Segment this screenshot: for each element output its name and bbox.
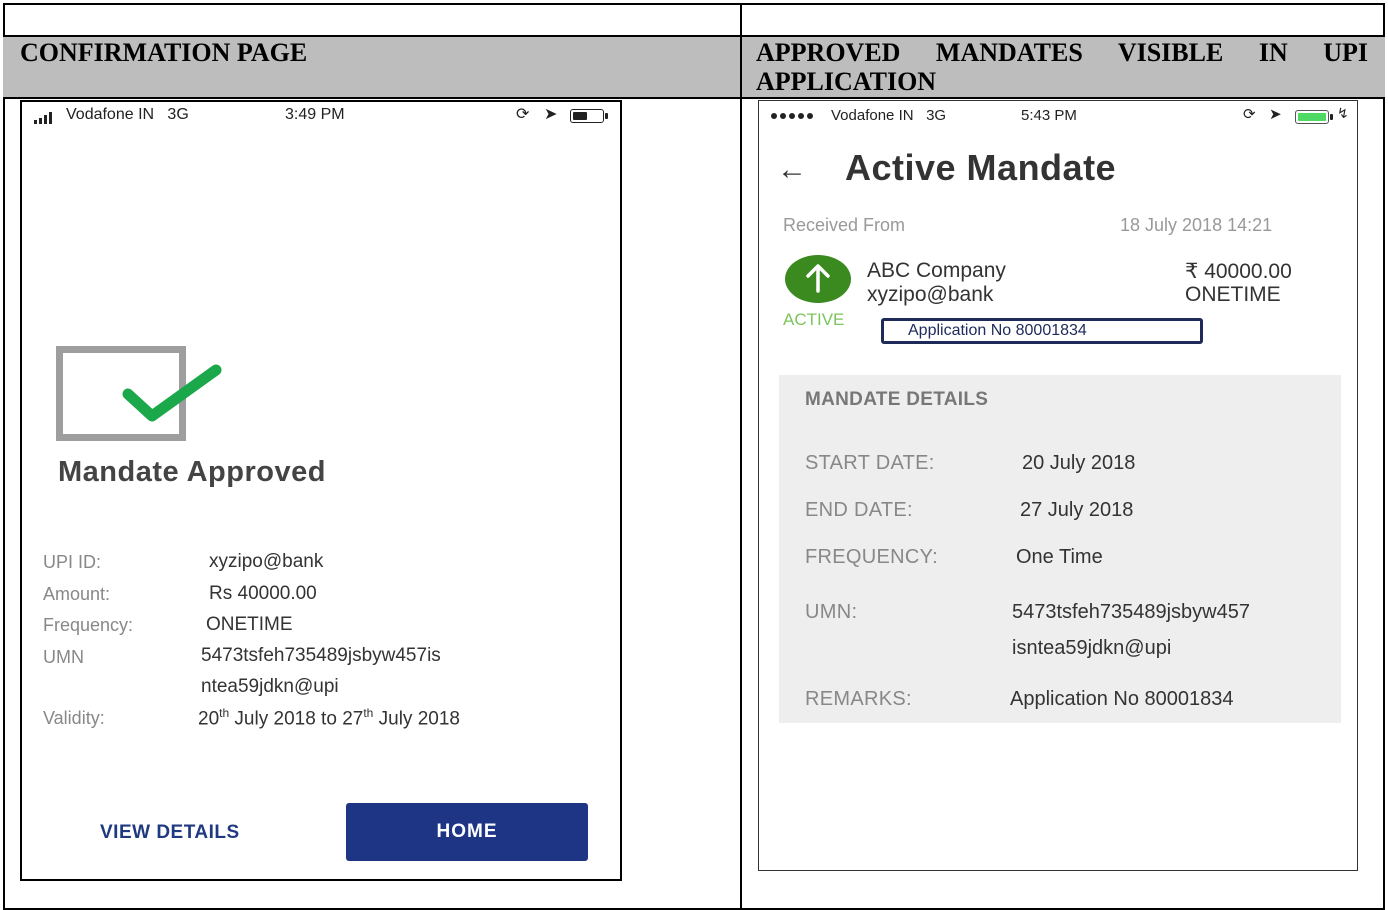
remarks-label: REMARKS: (805, 688, 912, 710)
umn-value-line2: ntea59jdkn@upi (201, 676, 339, 697)
amount-value: Rs 40000.00 (209, 583, 317, 604)
amount-label: Amount: (43, 584, 111, 604)
received-from-label: Received From (783, 215, 906, 235)
mandate-details-panel: MANDATE DETAILS START DATE: 20 July 2018… (779, 375, 1341, 723)
status-time: 5:43 PM (1021, 107, 1077, 124)
home-button[interactable]: HOME (346, 803, 588, 861)
payer-avatar (785, 255, 851, 303)
status-carrier: Vodafone IN 3G (831, 107, 947, 124)
frequency-label: Frequency: (43, 615, 134, 635)
start-date-value: 20 July 2018 (1022, 452, 1136, 474)
upi-id-label: UPI ID: (43, 552, 102, 572)
umn-label: UMN: (805, 601, 858, 623)
mandate-amount: ₹ 40000.00 (1185, 260, 1292, 283)
orientation-lock-icon: ⟳ (516, 106, 530, 123)
umn-value-line2: isntea59jdkn@upi (1012, 637, 1172, 659)
validity-label: Validity: (43, 708, 105, 728)
status-carrier: Vodafone IN 3G (66, 106, 189, 123)
active-mandate-phone-screen: Vodafone IN 3G 5:43 PM ⟳ ➤ ↯ ← Active Ma… (758, 100, 1358, 871)
umn-value-line1: 5473tsfeh735489jsbyw457 (1012, 601, 1250, 623)
active-mandate-title: Active Mandate (845, 147, 1117, 188)
frequency-value: One Time (1016, 546, 1103, 568)
mandate-details-title: MANDATE DETAILS (805, 389, 989, 410)
header-right-line1: APPROVED MANDATES VISIBLE IN UPI (756, 38, 1368, 67)
orientation-lock-icon: ⟳ (1243, 106, 1256, 123)
location-arrow-icon: ➤ (1269, 106, 1282, 123)
payer-vpa: xyzipo@bank (867, 283, 994, 306)
header-right-line2: APPLICATION (756, 67, 937, 96)
frequency-value: ONETIME (206, 614, 293, 635)
header-confirmation-page: CONFIRMATION PAGE (20, 38, 308, 67)
mandate-frequency: ONETIME (1185, 283, 1281, 306)
header-approved-mandates: APPROVED MANDATES VISIBLE IN UPI APPLICA… (756, 38, 1368, 96)
end-date-value: 27 July 2018 (1020, 499, 1134, 521)
frequency-label: FREQUENCY: (805, 546, 939, 568)
signal-bars-icon (34, 112, 52, 124)
mandate-approved-title: Mandate Approved (58, 456, 326, 488)
remarks-value: Application No 80001834 (1010, 688, 1234, 710)
upi-id-value: xyzipo@bank (209, 551, 324, 572)
start-date-label: START DATE: (805, 452, 935, 474)
location-arrow-icon: ➤ (544, 106, 558, 123)
application-number-box: Application No 80001834 (881, 318, 1203, 344)
charging-icon: ↯ (1337, 105, 1349, 121)
active-status-badge: ACTIVE (783, 310, 845, 329)
umn-value-line1: 5473tsfeh735489jsbyw457is (201, 645, 441, 666)
signal-dots-icon (771, 113, 813, 119)
umn-label: UMN (43, 647, 84, 667)
end-date-label: END DATE: (805, 499, 913, 521)
checkmark-icon (122, 364, 222, 422)
view-details-button[interactable]: VIEW DETAILS (100, 822, 240, 844)
battery-icon (570, 109, 608, 123)
status-time: 3:49 PM (285, 106, 345, 123)
confirmation-phone-screen: Vodafone IN 3G 3:49 PM ⟳ ➤ Mandate Appro… (20, 100, 622, 881)
back-arrow-icon[interactable]: ← (777, 153, 807, 187)
validity-value: 20th July 2018 to 27th July 2018 (198, 706, 460, 730)
payer-company-name: ABC Company (867, 259, 1006, 282)
arrow-up-icon (806, 264, 830, 293)
received-timestamp: 18 July 2018 14:21 (1120, 215, 1273, 235)
column-divider (740, 3, 742, 910)
battery-icon (1295, 110, 1333, 124)
